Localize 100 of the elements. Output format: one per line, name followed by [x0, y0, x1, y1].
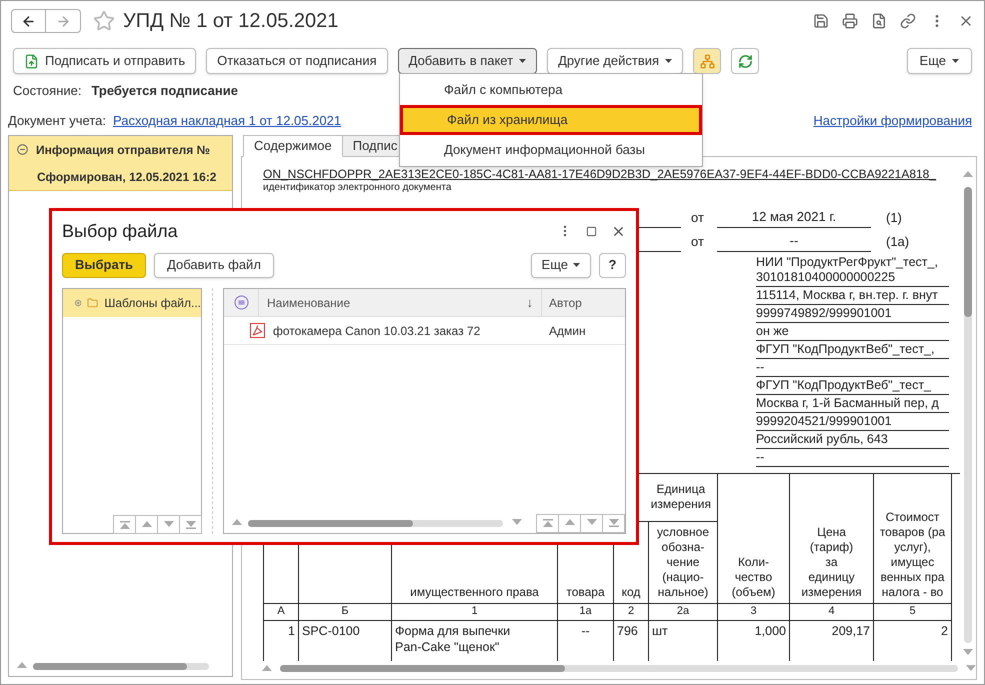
- forward-icon: [56, 14, 70, 28]
- link-icon[interactable]: [900, 13, 916, 29]
- column-header[interactable]: Автор: [542, 289, 589, 316]
- back-button[interactable]: [11, 9, 46, 33]
- toolbar-button[interactable]: Отказаться от подписания: [206, 48, 388, 74]
- id-caption: идентификатор электронного документа: [263, 182, 452, 194]
- folder-icon: [87, 296, 98, 310]
- first-icon: [542, 519, 552, 527]
- state-label: Состояние:: [13, 82, 82, 100]
- document-label: Документ учета:: [8, 112, 106, 130]
- detail-value: --: [756, 448, 949, 466]
- column-header: Стоимост товаров (ра услуг), имущес венных пра налога - во: [874, 474, 952, 604]
- document-link[interactable]: Расходная накладная 1 от 12.05.2021: [113, 111, 342, 131]
- detail-value: НИИ "ПродуктРегФрукт"_тест_, 30101810400000000225: [756, 254, 949, 286]
- scroll-thumb[interactable]: [248, 520, 413, 526]
- scroll-thumb[interactable]: [280, 665, 565, 672]
- expand-icon[interactable]: [75, 299, 82, 307]
- document-id: ON_NSCHFDOPPR_2AE313E2CE0-185C-4C81-AA81-17E46D9D2B3D_2AE5976EA37-9EF4-44EF-BDD0-CCBA9221A818_: [263, 166, 938, 182]
- column-index: 4: [790, 604, 874, 620]
- packet-subtitle: Сформирован, 12.05.2021 16:2: [37, 168, 218, 186]
- refresh-button[interactable]: [731, 48, 760, 74]
- caret-icon: [665, 59, 672, 63]
- toolbar-button[interactable]: Другие действия: [547, 48, 684, 74]
- star-icon[interactable]: [93, 10, 115, 32]
- scroll-button[interactable]: [179, 515, 202, 534]
- first-icon: [120, 520, 130, 528]
- scroll-button[interactable]: [602, 514, 625, 532]
- date-reference: (1): [886, 209, 902, 227]
- scroll-button[interactable]: [113, 515, 136, 534]
- caret-icon: [519, 59, 526, 63]
- table-cell: 1,000: [718, 620, 790, 660]
- toolbar-button[interactable]: Подписать и отправить: [13, 48, 196, 74]
- list-options-icon[interactable]: [234, 295, 248, 310]
- scroll-right-icon: [966, 664, 976, 672]
- printer-icon[interactable]: [842, 13, 858, 29]
- structure-button[interactable]: [693, 48, 722, 74]
- table-cell: 2: [874, 620, 952, 660]
- help-button[interactable]: ?: [599, 252, 626, 278]
- column-header: условное обозна- чение (нацио- нальное): [649, 522, 718, 604]
- save-icon[interactable]: [813, 13, 829, 29]
- date-value: 12 мая 2021 г.: [717, 207, 871, 228]
- last-icon: [186, 520, 196, 528]
- menu-item[interactable]: Файл с компьютера: [400, 75, 702, 105]
- detail-value: он же: [756, 322, 949, 340]
- scroll-right-icon: [512, 519, 522, 527]
- scroll-button[interactable]: [157, 515, 180, 534]
- column-index: А: [264, 604, 299, 620]
- detail-value: --: [756, 358, 949, 376]
- column-index: 5: [874, 604, 952, 620]
- more-button[interactable]: Еще: [906, 48, 972, 74]
- scroll-left-icon: [17, 662, 27, 670]
- date-label: от: [691, 209, 705, 227]
- window-title: УПД № 1 от 12.05.2021: [123, 9, 338, 34]
- vertical-scrollbar[interactable]: [964, 186, 972, 642]
- column-index: 1: [392, 604, 558, 620]
- detail-value: 9999749892/999901001: [756, 304, 949, 322]
- scroll-button[interactable]: [536, 514, 559, 532]
- column-index: 1а: [558, 604, 614, 620]
- table-cell: 1: [264, 620, 299, 660]
- pdf-icon: [250, 323, 265, 338]
- column-index: 2а: [649, 604, 718, 620]
- scroll-button[interactable]: [580, 514, 603, 532]
- detail-value: Москва г, 1-й Басманный пер, д: [756, 394, 949, 412]
- file-row[interactable]: фотокамера Canon 10.03.21 заказ 72 Админ: [224, 317, 625, 345]
- scroll-up-icon: [963, 170, 973, 178]
- down-icon: [164, 520, 174, 528]
- tree-item-label: Шаблоны файл...: [104, 295, 201, 312]
- tree-item[interactable]: Шаблоны файл...: [63, 289, 201, 317]
- table-cell: Форма для выпечки Pan-Cake "щенок": [392, 620, 558, 660]
- dialog-title: Выбор файла: [62, 220, 178, 243]
- file-author: Админ: [549, 322, 586, 340]
- horizontal-scrollbar[interactable]: [248, 520, 503, 526]
- table-cell: --: [558, 620, 614, 660]
- scroll-button[interactable]: [135, 515, 158, 534]
- table-cell: 796: [614, 620, 649, 660]
- toolbar-button[interactable]: Добавить в пакет: [398, 48, 538, 74]
- column-index: 2: [614, 604, 649, 620]
- scroll-thumb[interactable]: [964, 186, 972, 316]
- scroll-button[interactable]: [558, 514, 581, 532]
- preview-icon[interactable]: [871, 13, 887, 29]
- state-value: Требуется подписание: [91, 82, 238, 100]
- column-header[interactable]: Наименование ↓: [259, 289, 542, 316]
- add-file-button[interactable]: Добавить файл: [154, 252, 274, 278]
- more-button[interactable]: Еще: [530, 252, 591, 278]
- select-button[interactable]: Выбрать: [62, 252, 146, 278]
- settings-link[interactable]: Настройки формирования: [813, 111, 972, 131]
- caret-icon: [573, 263, 580, 267]
- horizontal-scrollbar[interactable]: [280, 665, 958, 672]
- table-cell: шт: [649, 620, 718, 660]
- down-icon: [586, 519, 596, 527]
- table-cell: 209,17: [790, 620, 874, 660]
- tab[interactable]: Содержимое: [243, 135, 343, 156]
- maximize-icon[interactable]: [586, 226, 597, 236]
- caret-icon: [952, 59, 959, 63]
- collapse-icon[interactable]: [17, 144, 28, 155]
- scroll-down-icon: [963, 648, 973, 656]
- date-reference: (1а): [886, 233, 910, 251]
- menu-item[interactable]: Файл из хранилища: [400, 105, 702, 135]
- packet-title: Информация отправителя №: [36, 142, 210, 158]
- packet-item[interactable]: Информация отправителя № Сформирован, 12.05.2021 16:2: [9, 136, 232, 191]
